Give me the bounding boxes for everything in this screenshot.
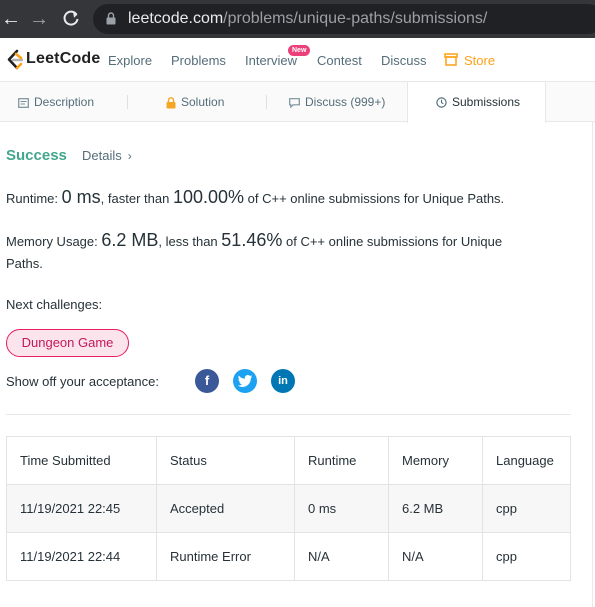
nav-discuss-link[interactable]: Discuss	[381, 53, 427, 68]
nav-store-link[interactable]: Store	[464, 53, 495, 68]
lock-icon	[166, 96, 176, 109]
logo-text: LeetCode	[26, 50, 101, 67]
submissions-table: Time Submitted Status Runtime Memory Lan…	[6, 436, 571, 581]
nav-interview-link[interactable]: Interview	[245, 53, 297, 68]
section-divider	[6, 414, 571, 415]
clock-icon	[436, 97, 447, 109]
forward-arrow-icon[interactable]: →	[28, 8, 50, 30]
store-icon	[444, 53, 458, 66]
column-header-language: Language	[482, 436, 571, 485]
cell-time: 11/19/2021 22:45	[6, 484, 157, 533]
nav-explore-link[interactable]: Explore	[108, 53, 152, 68]
tab-divider	[266, 95, 267, 109]
leetcode-logo-icon	[7, 49, 24, 70]
url-host: leetcode.com	[128, 10, 224, 27]
url-path: /problems/unique-paths/submissions/	[223, 10, 488, 27]
new-badge: New	[288, 45, 311, 56]
facebook-icon[interactable]: f	[195, 369, 219, 393]
cell-runtime: N/A	[294, 532, 389, 581]
cell-language: cpp	[482, 484, 571, 533]
tab-solution[interactable]: Solution	[166, 82, 224, 122]
column-header-runtime: Runtime	[294, 436, 389, 485]
runtime-tail: of C++ online submissions for Unique Pat…	[247, 191, 505, 206]
runtime-faster-text: , faster than	[100, 191, 170, 206]
tab-divider	[127, 95, 128, 109]
runtime-value: 0 ms	[61, 187, 101, 207]
chat-icon	[289, 97, 300, 108]
details-label: Details	[82, 148, 122, 163]
runtime-stat: Runtime: 0 ms, faster than 100.00% of C+…	[6, 187, 504, 209]
tab-discuss-label: Discuss (999+)	[305, 95, 386, 109]
table-row: 11/19/2021 22:44 Runtime Error N/A N/A c…	[6, 532, 571, 581]
memory-stat-continued: Paths.	[6, 256, 43, 271]
submission-status: Success	[6, 147, 67, 164]
twitter-icon[interactable]	[233, 369, 257, 393]
cell-time: 11/19/2021 22:44	[6, 532, 157, 581]
cell-language: cpp	[482, 532, 571, 581]
tab-solution-label: Solution	[181, 95, 225, 109]
next-challenges-label: Next challenges:	[6, 297, 103, 312]
cell-status-link[interactable]: Runtime Error	[156, 532, 295, 581]
next-challenge-chip[interactable]: Dungeon Game	[6, 329, 129, 357]
panel-border	[592, 122, 593, 607]
memory-stat: Memory Usage: 6.2 MB, less than 51.46% o…	[6, 230, 502, 252]
tab-description[interactable]: Description	[18, 82, 94, 122]
back-arrow-icon[interactable]: ←	[0, 8, 22, 30]
tab-discuss[interactable]: Discuss (999+)	[289, 82, 385, 122]
cell-status-link[interactable]: Accepted	[156, 484, 295, 533]
lock-icon	[106, 12, 116, 25]
table-header-row: Time Submitted Status Runtime Memory Lan…	[6, 436, 571, 485]
address-bar[interactable]: leetcode.com/problems/unique-paths/submi…	[93, 4, 595, 34]
column-header-status: Status	[156, 436, 295, 485]
tab-submissions[interactable]: Submissions	[407, 82, 546, 123]
share-label: Show off your acceptance:	[6, 374, 159, 389]
column-header-memory: Memory	[388, 436, 483, 485]
site-navigation: LeetCode Explore Problems Interview New …	[0, 38, 595, 82]
details-link[interactable]: Details ›	[82, 148, 132, 163]
nav-contest-link[interactable]: Contest	[317, 53, 362, 68]
description-icon	[18, 97, 29, 108]
problem-tabs: Description Solution Discuss (999+) Subm…	[0, 82, 595, 123]
memory-label: Memory Usage:	[6, 234, 98, 249]
chevron-right-icon: ›	[127, 149, 132, 163]
memory-value: 6.2 MB	[101, 230, 159, 250]
nav-problems-link[interactable]: Problems	[171, 53, 226, 68]
memory-less-text: , less than	[158, 234, 218, 249]
table-row: 11/19/2021 22:45 Accepted 0 ms 6.2 MB cp…	[6, 484, 571, 533]
tab-description-label: Description	[34, 95, 95, 109]
runtime-percent: 100.00%	[172, 187, 245, 207]
cell-runtime: 0 ms	[294, 484, 389, 533]
tab-submissions-label: Submissions	[452, 95, 521, 109]
linkedin-icon[interactable]: in	[271, 369, 295, 393]
browser-toolbar: ← → leetcode.com/problems/unique-paths/s…	[0, 0, 595, 38]
address-url[interactable]: leetcode.com/problems/unique-paths/submi…	[128, 10, 487, 28]
cell-memory: 6.2 MB	[388, 484, 483, 533]
reload-icon[interactable]	[60, 8, 82, 30]
runtime-label: Runtime:	[6, 191, 59, 206]
memory-tail: of C++ online submissions for Unique	[285, 234, 503, 249]
cell-memory: N/A	[388, 532, 483, 581]
memory-percent: 51.46%	[221, 230, 283, 250]
column-header-time: Time Submitted	[6, 436, 157, 485]
